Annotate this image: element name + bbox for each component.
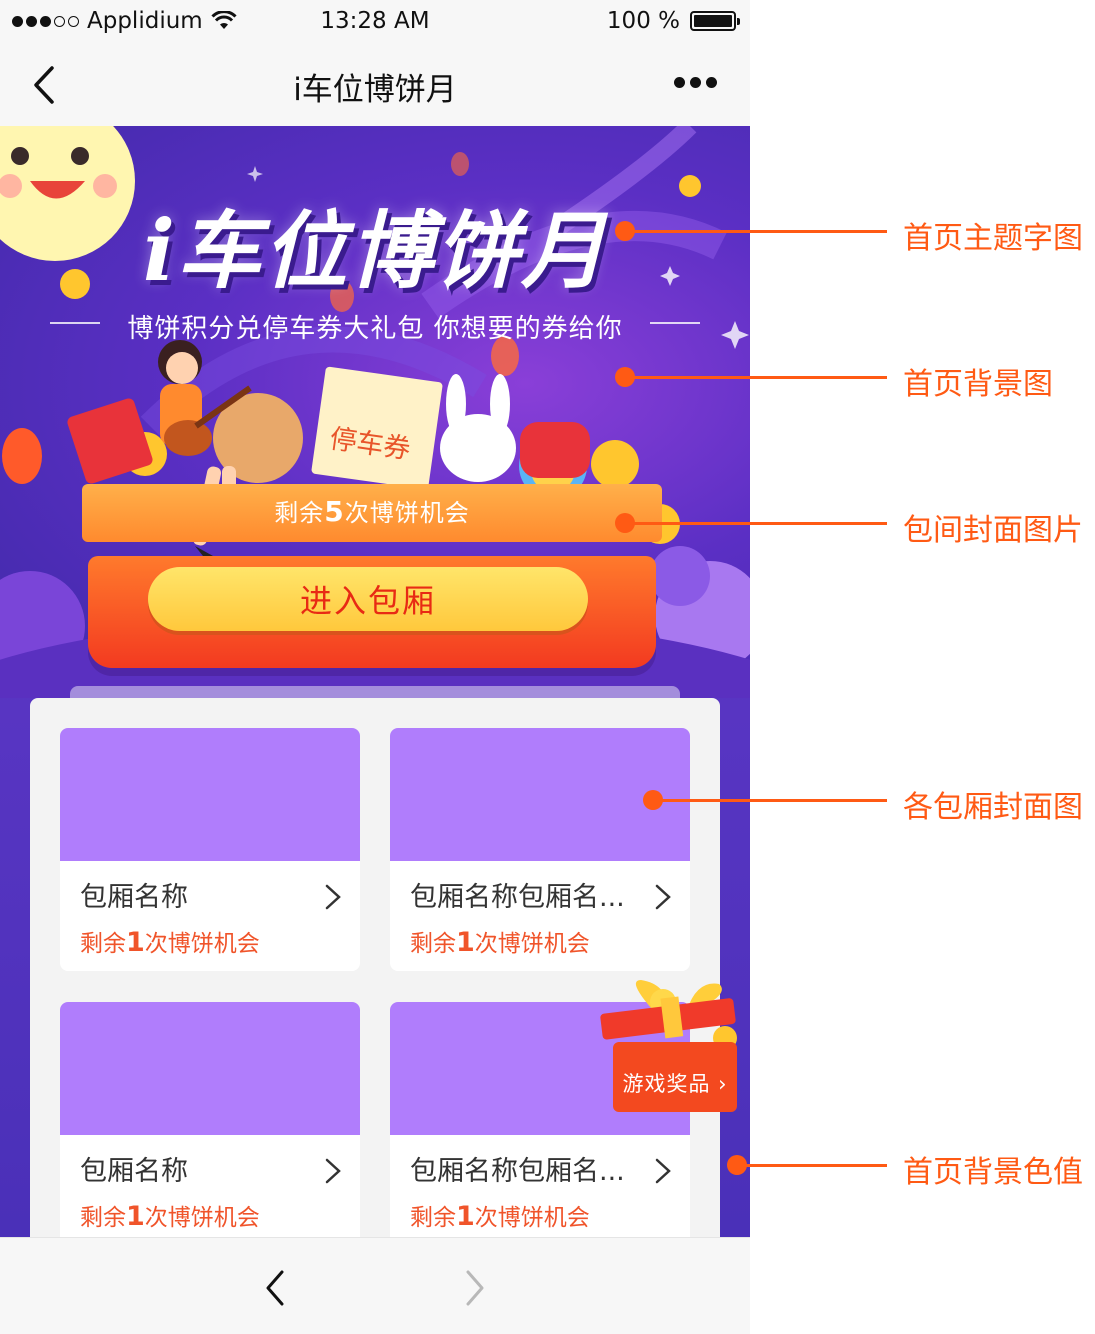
chevron-right-icon: ›	[710, 1072, 728, 1096]
room-chances: 剩余1次博饼机会	[410, 1198, 670, 1232]
annotation-label: 首页背景图	[903, 367, 1053, 402]
room-chances-prefix: 剩余	[410, 931, 456, 957]
remaining-count: 5	[324, 495, 345, 528]
remaining-chances: 剩余5次博饼机会	[82, 493, 662, 528]
room-info: 包厢名称 剩余1次博饼机会	[60, 1135, 360, 1237]
gift-box-icon[interactable]	[597, 980, 745, 1120]
prize-label-text: 游戏奖品	[622, 1072, 711, 1096]
browser-forward-icon[interactable]	[458, 1268, 490, 1308]
page-content: i车位博饼月 博饼积分兑停车券大礼包 你想要的券给你 停车券 剩余5次博饼机会 …	[0, 126, 750, 1237]
chevron-right-icon	[325, 1158, 341, 1184]
room-name: 包厢名称包厢名...	[410, 882, 625, 913]
room-chances-prefix: 剩余	[410, 1205, 456, 1231]
room-name: 包厢名称包厢名...	[410, 1156, 625, 1187]
room-info: 包厢名称包厢名... 剩余1次博饼机会	[390, 861, 690, 971]
room-chances-count: 1	[456, 927, 475, 958]
prize-badge-label[interactable]: 游戏奖品 ›	[614, 1068, 736, 1098]
chevron-right-icon	[655, 884, 671, 910]
room-card[interactable]: 包厢名称包厢名... 剩余1次博饼机会	[390, 728, 690, 971]
remaining-suffix: 次博饼机会	[344, 499, 470, 527]
annotation-label: 首页主题字图	[903, 221, 1083, 256]
annotation-line	[625, 230, 887, 233]
chevron-right-icon	[325, 884, 341, 910]
enter-room-button[interactable]: 进入包厢	[148, 567, 588, 631]
room-cover-image	[60, 1002, 360, 1135]
annotation-label: 包间封面图片	[903, 513, 1083, 548]
annotation-line	[625, 522, 887, 525]
rooms-panel: 包厢名称 剩余1次博饼机会 包厢名称包厢名... 剩余1次博饼机会 包厢名称 剩…	[30, 698, 720, 1237]
room-info: 包厢名称包厢名... 剩余1次博饼机会	[390, 1135, 690, 1237]
room-chances-count: 1	[126, 927, 145, 958]
room-card[interactable]: 包厢名称 剩余1次博饼机会	[60, 728, 360, 971]
bottom-toolbar	[0, 1237, 750, 1334]
room-chances: 剩余1次博饼机会	[80, 1198, 340, 1232]
room-chances-count: 1	[456, 1201, 475, 1232]
page-title: i车位博饼月	[293, 72, 457, 108]
room-info: 包厢名称 剩余1次博饼机会	[60, 861, 360, 971]
annotation-label: 各包厢封面图	[903, 790, 1083, 825]
room-chances: 剩余1次博饼机会	[410, 924, 670, 958]
battery-percent: 100 %	[606, 8, 680, 34]
annotation-line	[653, 799, 887, 802]
nav-bar: i车位博饼月	[0, 44, 750, 126]
chevron-right-icon	[655, 1158, 671, 1184]
lantern-icon	[2, 428, 42, 484]
room-chances-prefix: 剩余	[80, 1205, 126, 1231]
hero-title: i车位博饼月	[143, 201, 607, 300]
battery-icon	[690, 11, 740, 31]
room-chances-count: 1	[126, 1201, 145, 1232]
room-name: 包厢名称	[80, 882, 188, 913]
annotation-line	[737, 1164, 887, 1167]
status-bar: Applidium 13:28 AM 100 %	[0, 0, 750, 44]
room-chances-suffix: 次博饼机会	[474, 1205, 590, 1231]
annotation-label: 首页背景色值	[903, 1155, 1083, 1190]
room-chances-prefix: 剩余	[80, 931, 126, 957]
annotation-line	[625, 376, 887, 379]
room-name: 包厢名称	[80, 1156, 188, 1187]
room-chances-suffix: 次博饼机会	[474, 931, 590, 957]
browser-back-icon[interactable]	[260, 1268, 292, 1308]
room-chances: 剩余1次博饼机会	[80, 924, 340, 958]
room-card[interactable]: 包厢名称 剩余1次博饼机会	[60, 1002, 360, 1237]
hero-subtitle: 博饼积分兑停车券大礼包 你想要的券给你	[127, 314, 623, 344]
more-options-icon[interactable]	[674, 72, 720, 92]
battery-group: 100 %	[606, 8, 740, 34]
phone-screen: Applidium 13:28 AM 100 % i车位博饼月 i车位博饼月 博…	[0, 0, 750, 1334]
hero-banner: i车位博饼月 博饼积分兑停车券大礼包 你想要的券给你 停车券 剩余5次博饼机会 …	[0, 126, 750, 698]
room-cover-image	[60, 728, 360, 861]
room-chances-suffix: 次博饼机会	[144, 931, 260, 957]
room-chances-suffix: 次博饼机会	[144, 1205, 260, 1231]
remaining-prefix: 剩余	[274, 499, 325, 527]
